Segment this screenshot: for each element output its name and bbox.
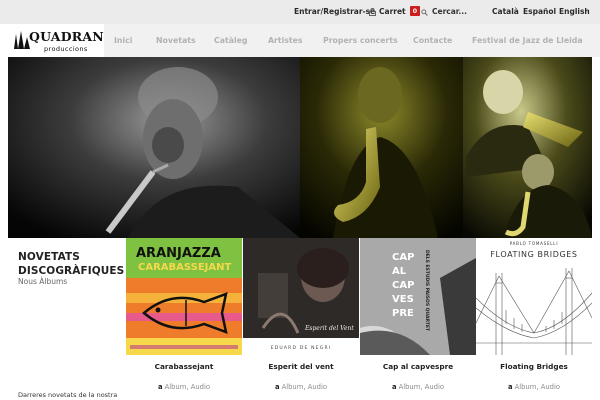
album-card[interactable]: PABLO TOMASELLI FLOATING BRIDGES Floatin…: [476, 238, 592, 400]
album-cover-esperit-del-vent[interactable]: Esperit del Vent EDUARD DE NEGRI: [243, 238, 359, 355]
album-category-icon: a: [391, 383, 397, 391]
album-category-link[interactable]: Album: [515, 383, 537, 391]
cover-4-title: FLOATING BRIDGES: [490, 250, 577, 259]
hero-photo-collage: [8, 57, 592, 238]
album-cover-carabassejant[interactable]: ARANJAZZA CARABASSEJANT: [126, 238, 242, 355]
album-category-icon: a: [274, 383, 280, 391]
album-cover-floating-bridges[interactable]: PABLO TOMASELLI FLOATING BRIDGES: [476, 238, 592, 355]
hero-photo-3: [463, 57, 592, 238]
cover-2-caption: Esperit del Vent: [304, 325, 354, 332]
nav-item-propers-concerts[interactable]: Propers concerts: [323, 24, 398, 57]
album-card[interactable]: ARANJAZZA CARABASSEJANT Carabassejant aA…: [126, 238, 242, 400]
nav-item-inici[interactable]: Inici: [114, 24, 132, 57]
cover-3-side-text: DELS ESTUDIS PAISOS QUARTET: [424, 250, 430, 332]
section-subtitle: Nous Àlbums: [18, 277, 68, 286]
search-placeholder: Cercar...: [432, 7, 467, 16]
section-description: Darreres novetats de la nostra: [18, 391, 118, 399]
album-category-link[interactable]: Album: [282, 383, 304, 391]
logo-tagline: produccions: [44, 45, 88, 53]
album-title[interactable]: Carabassejant: [126, 362, 242, 371]
album-category-link[interactable]: Album: [399, 383, 421, 391]
cart-label: Carret: [379, 7, 406, 16]
album-card[interactable]: CAP AL CAP VES PRE DELS ESTUDIS PAISOS Q…: [360, 238, 476, 400]
album-card[interactable]: Esperit del Vent EDUARD DE NEGRI Esperit…: [243, 238, 359, 400]
album-tag-link[interactable]: Audio: [191, 383, 210, 391]
logo-wordmark: QUADRANT: [29, 29, 114, 44]
album-title[interactable]: Floating Bridges: [476, 362, 592, 371]
album-tag-link[interactable]: Audio: [425, 383, 444, 391]
site-logo[interactable]: QUADRANT produccions: [13, 29, 113, 55]
cover-3-word-2: AL: [392, 266, 407, 277]
lock-icon: [369, 8, 376, 16]
cover-3-word-3: CAP: [392, 280, 414, 291]
album-category-icon: a: [157, 383, 163, 391]
cover-4-artist: PABLO TOMASELLI: [510, 241, 559, 246]
album-meta: a Album, Audio: [157, 383, 211, 391]
nav-item-cataleg[interactable]: Catàleg: [214, 24, 248, 57]
hero-photo-2: [300, 57, 463, 238]
section-title-line2: DISCOGRÀFIQUES: [18, 265, 125, 277]
album-meta: a Album, Audio: [274, 383, 328, 391]
album-title[interactable]: Esperit del vent: [243, 362, 359, 371]
language-english[interactable]: English: [559, 0, 590, 24]
cover-1-line2: CARABASSEJANT: [138, 262, 231, 273]
search-icon: [421, 8, 428, 16]
album-tag-link[interactable]: Audio: [541, 383, 560, 391]
cover-3-word-1: CAP: [392, 252, 414, 263]
section-title: NOVETATS DISCOGRÀFIQUES: [18, 250, 124, 278]
album-meta: a Album, Audio: [507, 383, 561, 391]
cover-1-line1: ARANJAZZA: [136, 246, 221, 261]
album-meta: a Album, Audio: [391, 383, 445, 391]
cover-3-word-4: VES: [392, 294, 414, 305]
hero-photos: [8, 57, 592, 238]
nav-item-festival-jazz-lleida[interactable]: Festival de Jazz de Lleida: [472, 24, 583, 57]
section-title-line1: NOVETATS: [18, 251, 80, 263]
top-utility-bar: Entrar/Registrar-se Carret 0 Cercar... Ca…: [0, 0, 600, 24]
nav-item-contacte[interactable]: Contacte: [413, 24, 452, 57]
cart-link[interactable]: Carret 0: [369, 0, 421, 24]
album-title[interactable]: Cap al capvespre: [360, 362, 476, 371]
language-catala[interactable]: Català: [492, 0, 519, 24]
login-register-link[interactable]: Entrar/Registrar-se: [294, 0, 375, 24]
nav-item-artistes[interactable]: Artistes: [268, 24, 303, 57]
nav-item-novetats[interactable]: Novetats: [156, 24, 196, 57]
language-espanol[interactable]: Español: [523, 0, 556, 24]
album-tag-link[interactable]: Audio: [308, 383, 327, 391]
album-cover-cap-al-capvespre[interactable]: CAP AL CAP VES PRE DELS ESTUDIS PAISOS Q…: [360, 238, 476, 355]
cart-count-badge: 0: [409, 6, 421, 16]
cover-3-word-5: PRE: [392, 308, 414, 319]
cover-2-footer: EDUARD DE NEGRI: [271, 345, 332, 351]
album-category-link[interactable]: Album: [165, 383, 187, 391]
hero-photo-1: [8, 57, 300, 238]
search-field[interactable]: Cercar...: [421, 0, 467, 24]
album-category-icon: a: [507, 383, 513, 391]
